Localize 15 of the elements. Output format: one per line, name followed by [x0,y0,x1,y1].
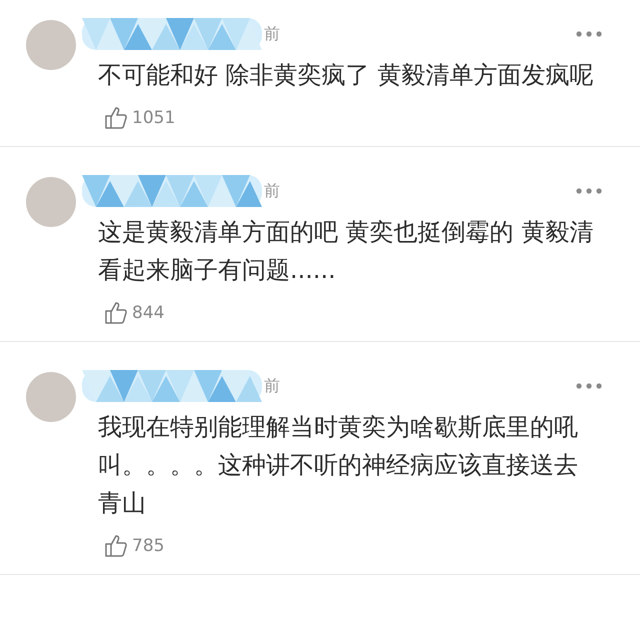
thumbs-up-icon [104,534,128,558]
more-icon[interactable] [576,31,602,37]
comment-time: 前 [264,376,280,396]
comment-time: 前 [264,24,280,44]
like-button[interactable]: 785 [104,534,164,558]
more-icon[interactable] [576,188,602,194]
comment-text: 我现在特别能理解当时黄奕为啥歇斯底里的吼叫。。。。这种讲不听的神经病应该直接送去青山 [98,412,579,519]
like-button[interactable]: 844 [104,301,164,325]
comment-text: 这是黄毅清单方面的吧 黄奕也挺倒霉的 黄毅清看起来脑子有问题...... [98,217,594,286]
like-button[interactable]: 1051 [104,106,176,130]
thumbs-up-icon [104,106,128,130]
comment-text: 不可能和好 除非黄奕疯了 黄毅清单方面发疯呢 [98,60,594,91]
more-icon[interactable] [576,383,602,389]
thumbs-up-icon [104,301,128,325]
comment-time: 前 [264,180,280,202]
